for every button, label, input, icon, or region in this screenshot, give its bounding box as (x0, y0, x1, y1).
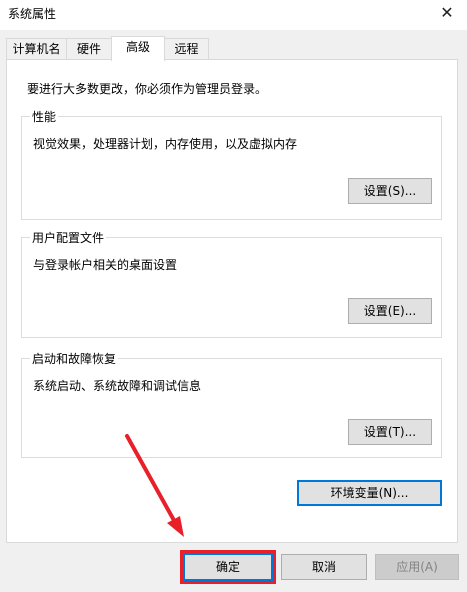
group-description: 视觉效果，处理器计划，内存使用，以及虚拟内存 (33, 137, 298, 151)
environment-variables-button[interactable]: 环境变量(N)... (297, 480, 442, 506)
tab-advanced[interactable]: 高级 (111, 36, 165, 61)
tab-hardware[interactable]: 硬件 (66, 38, 112, 59)
tab-computer-name[interactable]: 计算机名 (6, 38, 67, 59)
user-profiles-settings-button[interactable]: 设置(E)... (348, 298, 432, 324)
window-title: 系统属性 (8, 7, 57, 21)
group-description: 系统启动、系统故障和调试信息 (33, 379, 202, 393)
tab-remote[interactable]: 远程 (164, 38, 209, 59)
startup-recovery-settings-button[interactable]: 设置(T)... (348, 419, 432, 445)
apply-button[interactable]: 应用(A) (375, 554, 459, 580)
cancel-button[interactable]: 取消 (281, 554, 367, 580)
group-description: 与登录帐户相关的桌面设置 (33, 258, 178, 272)
performance-group: 性能 视觉效果，处理器计划，内存使用，以及虚拟内存 (21, 108, 442, 220)
tab-strip: 计算机名 硬件 高级 远程 (0, 36, 467, 61)
group-title: 性能 (30, 108, 59, 125)
close-icon[interactable]: ✕ (427, 0, 467, 28)
admin-notice: 要进行大多数更改，你必须作为管理员登录。 (27, 82, 268, 96)
annotation-highlight-box (180, 550, 276, 584)
performance-settings-button[interactable]: 设置(S)... (348, 178, 432, 204)
group-title: 用户配置文件 (30, 229, 107, 246)
group-title: 启动和故障恢复 (30, 350, 119, 367)
title-bar: 系统属性 ✕ (0, 0, 467, 30)
